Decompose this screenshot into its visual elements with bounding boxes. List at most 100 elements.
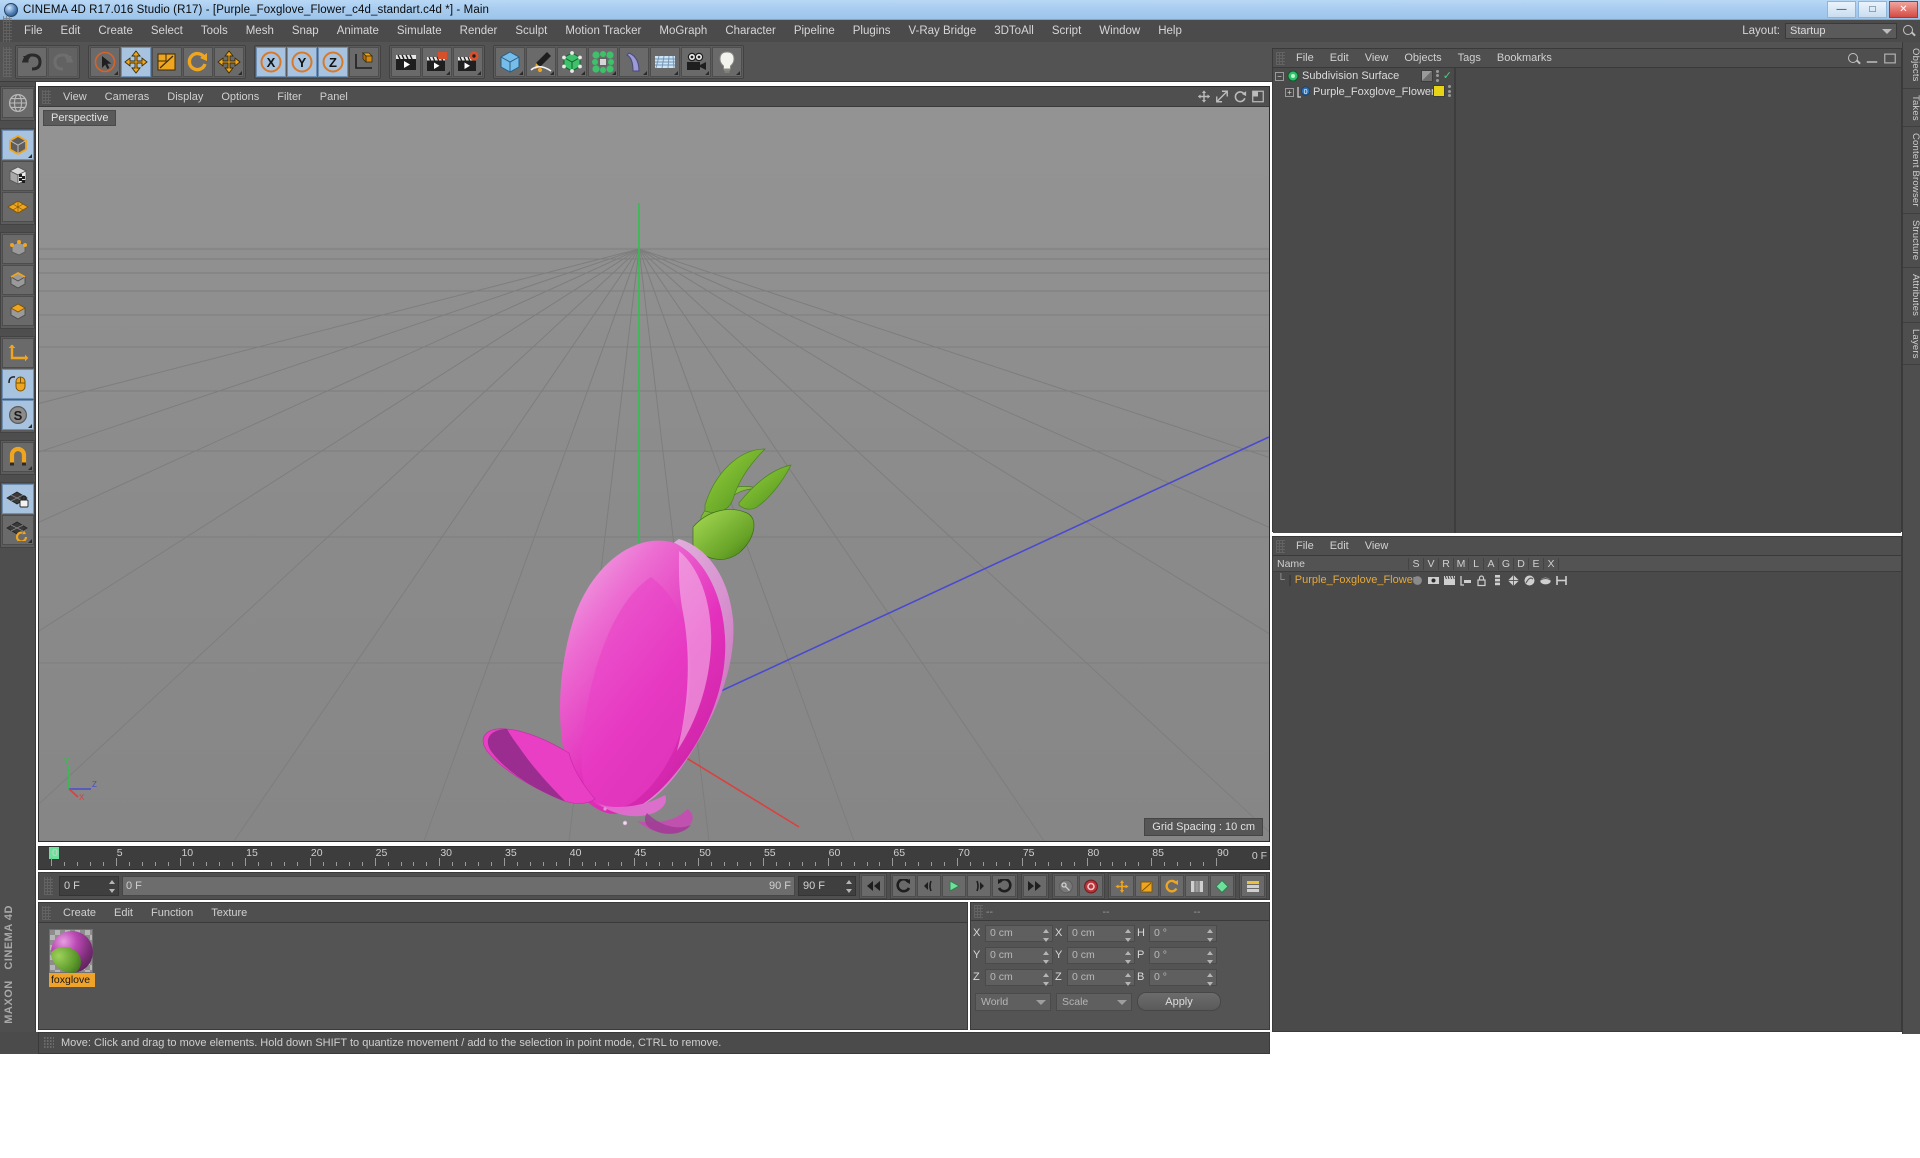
workplane-mode-button[interactable]: [2, 192, 34, 222]
object-axis-button[interactable]: [2, 338, 34, 368]
soft-selection-button[interactable]: S: [2, 400, 34, 430]
preview-end-field[interactable]: 90 F: [798, 876, 856, 896]
viewport-menu-options[interactable]: Options: [212, 87, 268, 107]
render-settings-button[interactable]: [453, 46, 483, 77]
minimize-panel-icon[interactable]: [1865, 51, 1879, 66]
points-mode-button[interactable]: [2, 234, 34, 264]
lock-workplane-button[interactable]: [2, 484, 34, 514]
layer-column-l[interactable]: L: [1469, 557, 1484, 570]
rail-tab-attributes[interactable]: Attributes: [1903, 268, 1920, 323]
rail-tab-structure[interactable]: Structure: [1903, 214, 1920, 268]
layer-menu-view[interactable]: View: [1357, 537, 1397, 556]
maximize-panel-icon[interactable]: [1883, 51, 1897, 66]
material-menu-function[interactable]: Function: [142, 903, 202, 923]
render-icon[interactable]: [1443, 574, 1456, 587]
maximize-view-icon[interactable]: [1251, 89, 1265, 104]
minimize-button[interactable]: —: [1827, 1, 1856, 18]
visible-icon[interactable]: [1427, 574, 1440, 587]
polygons-mode-button[interactable]: [2, 296, 34, 326]
animation-toolbar-grip[interactable]: [44, 877, 53, 895]
menu-script[interactable]: Script: [1043, 20, 1090, 42]
position-z-field[interactable]: 0 cm: [985, 968, 1053, 986]
object-manager-grip[interactable]: [1276, 51, 1285, 65]
position-y-field[interactable]: 0 cm: [985, 946, 1053, 964]
rail-tab-layers[interactable]: Layers: [1903, 323, 1920, 366]
material-menu-texture[interactable]: Texture: [202, 903, 256, 923]
stepper-icon[interactable]: [1207, 950, 1214, 964]
current-frame-field[interactable]: 0 F: [59, 876, 119, 896]
material-manager-grip[interactable]: [42, 905, 51, 920]
material-thumbnail[interactable]: [49, 929, 93, 973]
rotation-h-field[interactable]: 0 °: [1149, 924, 1217, 942]
material-menu-create[interactable]: Create: [54, 903, 105, 923]
object-row-subdivision-surface[interactable]: − Subdivision Surface ✓: [1273, 68, 1454, 84]
record-scale-button[interactable]: [1135, 875, 1159, 897]
coordinates-grip[interactable]: [974, 905, 983, 918]
menu-edit[interactable]: Edit: [52, 20, 90, 42]
timeline-range-bar[interactable]: 0 F 90 F: [122, 876, 795, 896]
layer-column-e[interactable]: E: [1529, 557, 1544, 570]
model-mode-button[interactable]: [2, 130, 34, 160]
layer-row[interactable]: └ Purple_Foxglove_Flower: [1273, 572, 1901, 588]
render-view-button[interactable]: [391, 46, 421, 77]
rail-tab-objects[interactable]: Objects: [1903, 42, 1920, 89]
autokeying-button[interactable]: [1054, 875, 1078, 897]
object-menu-view[interactable]: View: [1357, 49, 1397, 68]
menu-select[interactable]: Select: [142, 20, 192, 42]
layer-column-a[interactable]: A: [1484, 557, 1499, 570]
previous-key-button[interactable]: [892, 875, 916, 897]
menu-3dtoall[interactable]: 3DToAll: [985, 20, 1043, 42]
next-key-button[interactable]: [992, 875, 1016, 897]
layer-column-g[interactable]: G: [1499, 557, 1514, 570]
viewport-menu-filter[interactable]: Filter: [268, 87, 310, 107]
expand-toggle-icon[interactable]: −: [1275, 71, 1284, 81]
stepper-icon[interactable]: [1207, 972, 1214, 986]
add-light-button[interactable]: [712, 46, 742, 77]
layer-color-swatch[interactable]: [1288, 574, 1291, 586]
maximize-button[interactable]: □: [1858, 1, 1887, 18]
menu-mesh[interactable]: Mesh: [237, 20, 283, 42]
keyframe-selection-button[interactable]: [1241, 875, 1265, 897]
record-button[interactable]: [1079, 875, 1103, 897]
material-name-label[interactable]: foxglove: [49, 973, 95, 987]
toolbar-grip[interactable]: [3, 46, 12, 77]
tag-swatch[interactable]: [1420, 69, 1433, 82]
layer-column-s[interactable]: S: [1409, 557, 1424, 570]
solo-icon[interactable]: [1411, 574, 1424, 587]
deformers-icon[interactable]: [1523, 574, 1536, 587]
render-region-button[interactable]: [422, 46, 452, 77]
layer-name-cell[interactable]: └ Purple_Foxglove_Flower: [1273, 574, 1416, 586]
layer-column-x[interactable]: X: [1544, 557, 1559, 570]
menu-help[interactable]: Help: [1149, 20, 1191, 42]
lock-z-axis-button[interactable]: Z: [318, 46, 348, 77]
object-menu-tags[interactable]: Tags: [1450, 49, 1489, 68]
object-row-purple-foxglove-flower[interactable]: + 0 Purple_Foxglove_Flower: [1273, 84, 1454, 100]
layer-column-r[interactable]: R: [1439, 557, 1454, 570]
stepper-icon[interactable]: [1043, 950, 1050, 964]
redo-button[interactable]: [48, 46, 78, 77]
layer-column-m[interactable]: M: [1454, 557, 1469, 570]
play-button[interactable]: [942, 875, 966, 897]
scale-tool[interactable]: [152, 46, 182, 77]
workplane-rotate-button[interactable]: [2, 515, 34, 545]
timeline-ruler-panel[interactable]: 0 F 0 5 10 15 20 25 30 35 40 45 50 55 60 65 70 75 80 85 90: [38, 846, 1270, 870]
layer-column-v[interactable]: V: [1424, 557, 1439, 570]
object-menu-objects[interactable]: Objects: [1396, 49, 1449, 68]
record-position-button[interactable]: [1110, 875, 1134, 897]
menu-mograph[interactable]: MoGraph: [650, 20, 716, 42]
add-generator-button[interactable]: [557, 46, 587, 77]
add-cube-button[interactable]: [495, 46, 525, 77]
rotate-tool[interactable]: [183, 46, 213, 77]
stepper-icon[interactable]: [109, 880, 116, 893]
menu-vray-bridge[interactable]: V-Ray Bridge: [899, 20, 985, 42]
tag-swatch[interactable]: [1433, 85, 1445, 97]
menu-window[interactable]: Window: [1090, 20, 1149, 42]
enable-snap-button[interactable]: [2, 442, 34, 472]
object-menu-bookmarks[interactable]: Bookmarks: [1489, 49, 1560, 68]
menu-sculpt[interactable]: Sculpt: [506, 20, 556, 42]
stepper-icon[interactable]: [1043, 972, 1050, 986]
viewport-menu-cameras[interactable]: Cameras: [96, 87, 159, 107]
record-rotation-button[interactable]: [1160, 875, 1184, 897]
menu-tools[interactable]: Tools: [192, 20, 237, 42]
stepper-icon[interactable]: [1207, 928, 1214, 942]
